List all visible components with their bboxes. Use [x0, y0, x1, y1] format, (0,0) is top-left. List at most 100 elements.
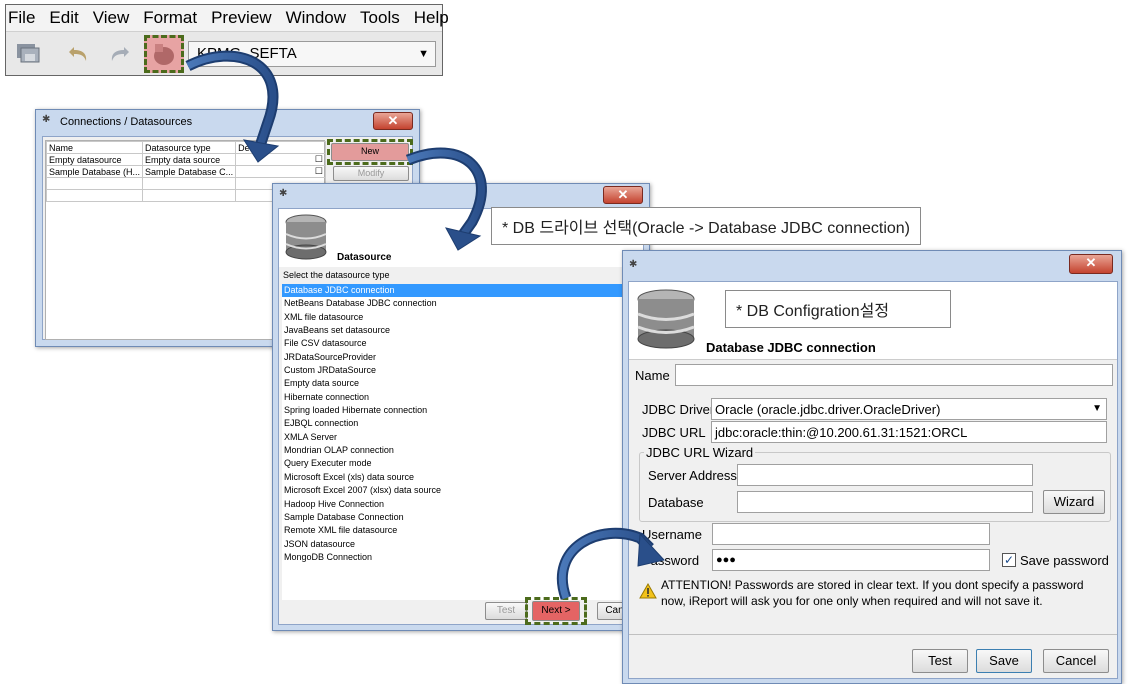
datasource-header-title: Datasource [337, 252, 392, 263]
connections-title: Connections / Datasources [60, 116, 193, 128]
table-row[interactable]: Sample Database (H... Sample Database C.… [45, 165, 326, 178]
wizard-button[interactable]: Wizard [1043, 490, 1105, 514]
datasource-client: Datasource Select the datasource type Da… [278, 208, 644, 625]
save-button[interactable]: Save [976, 649, 1032, 673]
redo-icon[interactable] [104, 40, 132, 68]
datasource-type-list: Database JDBC connection NetBeans Databa… [282, 284, 627, 600]
list-item[interactable]: NetBeans Database JDBC connection [282, 297, 627, 310]
list-item[interactable]: JRDataSourceProvider [282, 351, 627, 364]
default-checkbox[interactable]: ☐ [235, 165, 326, 178]
jdbc-driver-label: JDBC Driver [642, 402, 715, 417]
callout-config: * DB Configration설정 [725, 290, 951, 328]
database-field[interactable] [737, 491, 1033, 513]
row-type: Empty data source [142, 153, 237, 166]
close-icon: ✕ [387, 113, 399, 128]
save-icon[interactable] [14, 40, 42, 68]
list-item[interactable]: JSON datasource [282, 538, 627, 551]
datasource-instruction: Select the datasource type [283, 270, 390, 280]
callout-select-driver: * DB 드라이브 선택(Oracle -> Database JDBC con… [491, 207, 922, 245]
list-item[interactable]: Mondrian OLAP connection [282, 444, 627, 457]
list-item[interactable]: Hibernate connection [282, 391, 627, 404]
menu-tools[interactable]: Tools [360, 8, 400, 28]
connections-titlebar: ✱ Connections / Datasources ✕ [36, 110, 419, 134]
datasource-connections-button[interactable] [144, 35, 184, 73]
test-button-label: Test [928, 653, 952, 668]
wizard-button-label: Wizard [1053, 494, 1095, 509]
menu-window[interactable]: Window [286, 8, 346, 28]
list-item[interactable]: Empty data source [282, 377, 627, 390]
menu-bar: File Edit View Format Preview Window Too… [6, 5, 449, 31]
app-icon: ✱ [42, 114, 51, 125]
list-item[interactable]: Database JDBC connection [282, 284, 627, 298]
table-row[interactable]: Empty datasource Empty data source ☐ [45, 153, 326, 166]
close-button[interactable]: ✕ [373, 112, 413, 130]
save-button-label: Save [989, 653, 1019, 668]
test-button[interactable]: Test [485, 602, 527, 620]
database-label: Database [648, 495, 704, 510]
datasource-connections-icon [154, 44, 174, 65]
menu-file[interactable]: File [8, 8, 35, 28]
list-item[interactable]: XML file datasource [282, 311, 627, 324]
server-address-label: Server Address [648, 468, 737, 483]
column-type[interactable]: Datasource type [142, 141, 237, 154]
list-item[interactable]: Remote XML file datasource [282, 524, 627, 537]
undo-icon[interactable] [66, 40, 94, 68]
menu-edit[interactable]: Edit [49, 8, 78, 28]
list-item[interactable]: Microsoft Excel 2007 (xlsx) data source [282, 484, 627, 497]
close-button[interactable]: ✕ [1069, 254, 1113, 274]
list-item[interactable]: File CSV datasource [282, 337, 627, 350]
list-item[interactable]: Spring loaded Hibernate connection [282, 404, 627, 417]
warning-icon [639, 583, 657, 599]
datasource-titlebar: ✱ ✕ [273, 184, 649, 208]
test-button[interactable]: Test [912, 649, 968, 673]
server-address-field[interactable] [737, 464, 1033, 486]
chevron-down-icon: ▼ [1092, 403, 1102, 414]
list-item[interactable]: MongoDB Connection [282, 551, 627, 564]
modify-button[interactable]: Modify [333, 166, 409, 181]
modify-button-label: Modify [357, 168, 385, 178]
callout-select-driver-text: * DB 드라이브 선택(Oracle -> Database JDBC con… [502, 220, 911, 237]
datasource-window: ✱ ✕ Datasource Select the datasource typ… [272, 183, 650, 631]
menu-preview[interactable]: Preview [211, 8, 271, 28]
attention-text-line1: ATTENTION! Passwords are stored in clear… [661, 578, 1084, 592]
ide-window: File Edit View Format Preview Window Too… [5, 4, 449, 76]
name-label: Name [635, 368, 670, 383]
menu-help[interactable]: Help [414, 8, 449, 28]
list-item[interactable]: Microsoft Excel (xls) data source [282, 471, 627, 484]
default-checkbox[interactable]: ☐ [235, 153, 326, 166]
list-item[interactable]: Query Executer mode [282, 457, 627, 470]
cancel-button[interactable]: Cancel [1043, 649, 1109, 673]
list-item[interactable]: XMLA Server [282, 431, 627, 444]
test-button-label: Test [496, 605, 516, 616]
jdbc-titlebar: ✱ ✕ [623, 251, 1121, 279]
close-button[interactable]: ✕ [603, 186, 643, 204]
database-icon [285, 214, 327, 260]
row-name: Sample Database (H... [45, 165, 144, 178]
password-field[interactable]: ●●● [712, 549, 990, 571]
menu-format[interactable]: Format [143, 8, 197, 28]
username-label: Username [642, 527, 702, 542]
username-field[interactable] [712, 523, 990, 545]
footer-divider [629, 634, 1117, 635]
menu-view[interactable]: View [93, 8, 130, 28]
callout-config-text: * DB Configration설정 [736, 303, 890, 320]
list-item[interactable]: EJBQL connection [282, 417, 627, 430]
jdbc-driver-select[interactable]: Oracle (oracle.jdbc.driver.OracleDriver)… [711, 398, 1107, 420]
list-item[interactable]: Hadoop Hive Connection [282, 498, 627, 511]
attention-text-line2: now, iReport will ask you for one only w… [661, 594, 1043, 608]
column-default[interactable]: Default [235, 141, 326, 154]
password-label: Password [642, 553, 700, 568]
jdbc-header-title: Database JDBC connection [706, 340, 876, 355]
list-item[interactable]: Sample Database Connection [282, 511, 627, 524]
jdbc-url-field[interactable]: jdbc:oracle:thin:@10.200.61.31:1521:ORCL [711, 421, 1107, 443]
name-field[interactable] [675, 364, 1113, 386]
close-icon: ✕ [1085, 255, 1097, 270]
list-item[interactable]: JavaBeans set datasource [282, 324, 627, 337]
row-name: Empty datasource [45, 153, 144, 166]
save-password-checkbox[interactable]: ✓ [1002, 553, 1016, 567]
app-icon: ✱ [279, 188, 288, 199]
datasource-combo[interactable]: KPMG_SEFTA ▼ [188, 41, 436, 67]
column-name[interactable]: Name [45, 141, 144, 154]
list-item[interactable]: Custom JRDataSource [282, 364, 627, 377]
database-icon [637, 289, 695, 349]
